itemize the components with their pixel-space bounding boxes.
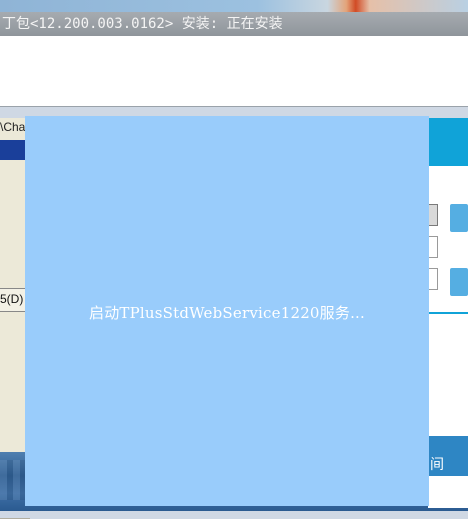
side-button-1[interactable]: [450, 204, 468, 232]
installer-titlebar[interactable]: 丁包<12.200.003.0162> 安装: 正在安装: [0, 12, 468, 36]
input-field-2[interactable]: [428, 236, 438, 258]
input-field-3[interactable]: [428, 268, 438, 290]
service-start-splash: 启动TPlusStdWebService1220服务...: [25, 116, 429, 506]
installer-title: 丁包<12.200.003.0162> 安装: 正在安装: [2, 16, 283, 32]
input-field-1[interactable]: [428, 204, 438, 226]
side-button-2[interactable]: [450, 268, 468, 296]
app-header-bar: [428, 118, 468, 166]
path-text: \Cha: [0, 120, 26, 134]
status-message: 启动TPlusStdWebService1220服务...: [89, 304, 365, 322]
installer-window: 丁包<12.200.003.0162> 安装: 正在安装: [0, 12, 468, 107]
app-window-right: 间: [428, 118, 468, 508]
app-footer-button[interactable]: 间: [428, 452, 468, 476]
dialog-tab-label: 5(D): [0, 292, 24, 306]
app-divider: [428, 312, 468, 314]
